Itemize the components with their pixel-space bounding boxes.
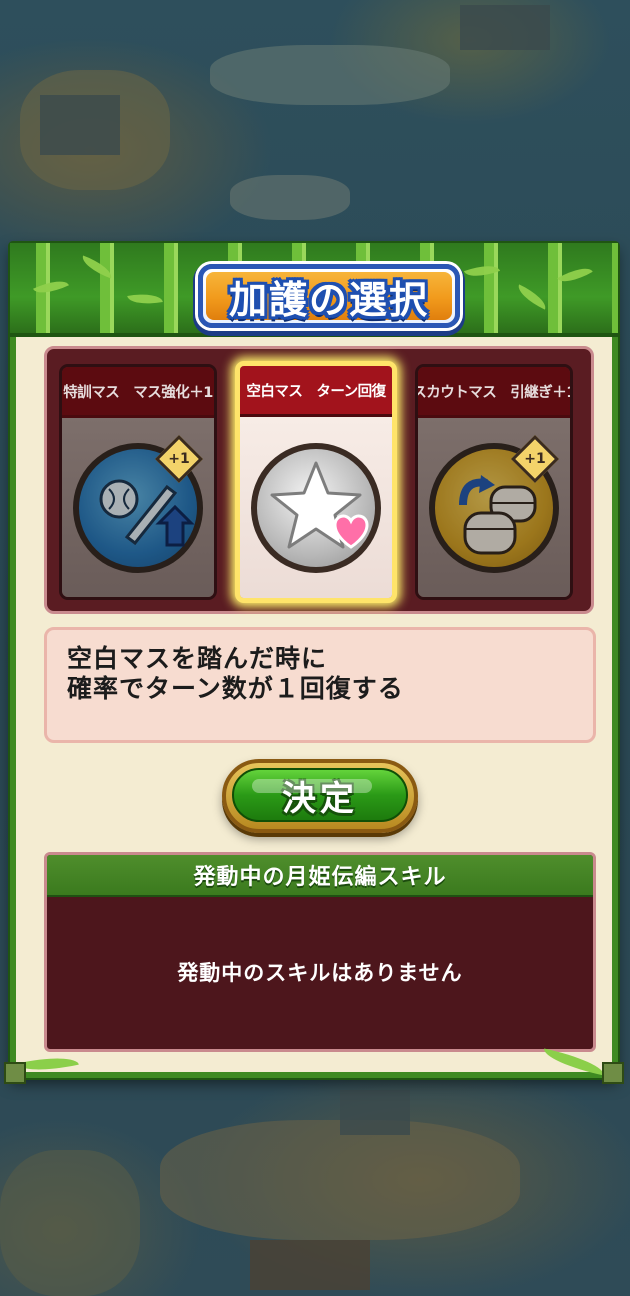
blessing-select-dialog: 加護の選択 特訓マス マス強化＋1 +1 空白マス ターン回復 スカウトマス 引… <box>4 243 624 1084</box>
bamboo-leaf-icon <box>463 259 501 283</box>
frame-corner <box>4 1062 26 1084</box>
dialog-title: 加護の選択 <box>228 277 429 322</box>
description-line-2: 確率でターン数が１回復する <box>67 674 404 703</box>
decide-button[interactable]: 決定 <box>222 759 418 833</box>
cloud-shape <box>230 175 350 220</box>
active-skills-panel: 発動中の月姫伝編スキル 発動中のスキルはありません <box>44 852 596 1052</box>
building-icon <box>460 5 550 50</box>
bamboo-leaf-icon <box>78 255 116 279</box>
cloud-shape <box>210 45 450 105</box>
bamboo-leaf-icon <box>127 290 163 308</box>
card-label: 空白マス ターン回復 <box>240 366 392 417</box>
bamboo-leaf-icon <box>17 1050 79 1078</box>
blessing-card-blank-square[interactable]: 空白マス ターン回復 <box>235 361 397 603</box>
active-skills-empty-text: 発動中のスキルはありません <box>177 961 463 985</box>
island-shape <box>160 1120 520 1240</box>
description-line-1: 空白マスを踏んだ時に <box>67 644 328 673</box>
bamboo-leaf-icon <box>514 284 550 310</box>
building-icon <box>340 1090 410 1135</box>
blessing-card-training[interactable]: 特訓マス マス強化＋1 +1 <box>59 364 217 600</box>
dialog-title-plate: 加護の選択 <box>198 264 460 328</box>
building-icon <box>40 95 120 155</box>
island-shape <box>0 1150 140 1296</box>
bamboo-leaf-icon <box>541 1048 607 1076</box>
card-label: 特訓マス マス強化＋1 <box>62 367 214 418</box>
card-label: スカウトマス 引継ぎ＋1 <box>418 367 570 418</box>
active-skills-header: 発動中の月姫伝編スキル <box>47 855 593 897</box>
decide-button-label: 決定 <box>282 778 358 819</box>
blessing-card-scout[interactable]: スカウトマス 引継ぎ＋1 +1 <box>415 364 573 600</box>
blessing-card-tray: 特訓マス マス強化＋1 +1 空白マス ターン回復 スカウトマス 引継ぎ＋1 +… <box>44 346 594 614</box>
building-icon <box>250 1240 370 1290</box>
star-heart-icon <box>251 442 381 573</box>
bamboo-leaf-icon <box>33 274 69 300</box>
blessing-description-box: 空白マスを踏んだ時に 確率でターン数が１回復する <box>44 627 596 743</box>
bamboo-leaf-icon <box>557 261 593 289</box>
frame-corner <box>602 1062 624 1084</box>
